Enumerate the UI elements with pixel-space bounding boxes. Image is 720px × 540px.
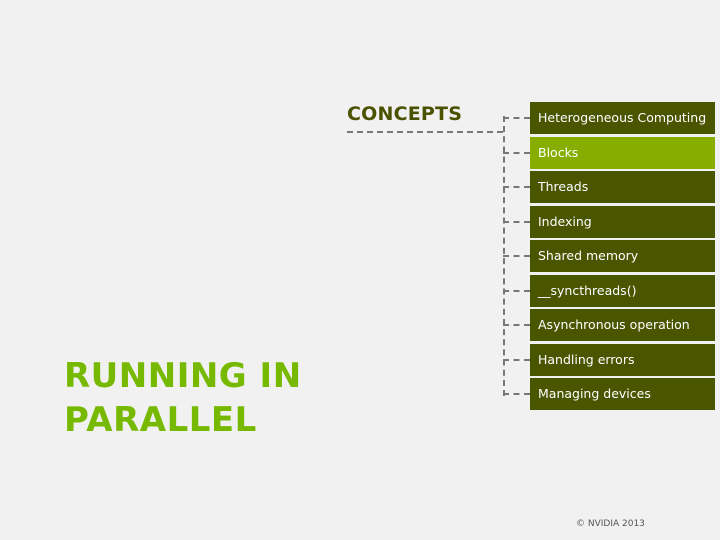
connector-branch: [503, 220, 530, 223]
title-line-1: RUNNING IN: [64, 356, 302, 396]
concept-item: Blocks: [530, 136, 715, 169]
connector-branch: [503, 255, 530, 257]
concept-item: Handling errors: [530, 343, 715, 376]
connector-branch: [503, 117, 530, 119]
concept-item: Asynchronous operation: [530, 309, 715, 341]
concept-item: Indexing: [530, 205, 715, 238]
title-line-2: PARALLEL: [64, 400, 257, 440]
copyright-footer: © NVIDIA 2013: [576, 519, 645, 529]
connector-branch: [503, 393, 530, 395]
connector-branch: [503, 358, 530, 361]
slide-title: RUNNING IN PARALLEL: [64, 354, 302, 442]
concept-item: Managing devices: [530, 378, 715, 410]
concept-item: __syncthreads(): [530, 274, 715, 307]
connector-branch: [503, 186, 530, 188]
concept-item: Threads: [530, 171, 715, 203]
connector-branch: [503, 151, 530, 154]
connector-line: [347, 131, 503, 133]
connector-branch: [503, 324, 530, 326]
connector-branch: [503, 289, 530, 292]
section-label: CONCEPTS: [347, 103, 463, 125]
concept-item: Heterogeneous Computing: [530, 102, 715, 134]
concept-item: Shared memory: [530, 240, 715, 272]
